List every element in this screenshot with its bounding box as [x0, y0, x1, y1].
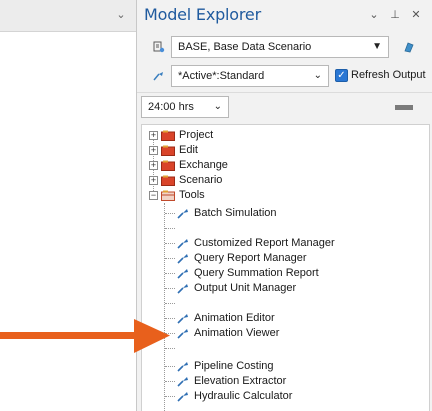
caret-down-icon[interactable]: ▼ [372, 41, 382, 52]
tree-branch-line [165, 288, 175, 289]
tree-folder-project[interactable]: + Project [149, 128, 289, 143]
time-value: 24:00 hrs [148, 101, 194, 113]
folder-open-icon [161, 190, 175, 201]
folder-icon [161, 175, 175, 186]
annotation-arrow-icon [0, 319, 170, 353]
tree-branch-line [165, 366, 175, 367]
document-tab-strip: ⌄ [0, 0, 136, 32]
tree-item-label: Elevation Extractor [194, 375, 287, 387]
time-row: 24:00 hrs ⌄ [137, 92, 432, 120]
folder-icon [161, 130, 175, 141]
time-slider-thumb[interactable] [395, 105, 413, 110]
tree-folder-edit[interactable]: + Edit [149, 143, 289, 158]
tree-folder-tools[interactable]: − Tools [149, 188, 289, 203]
scenario-select[interactable]: BASE, Base Data Scenario ▼ [171, 36, 389, 58]
model-explorer-panel: Model Explorer ⌄ ⊥ ✕ BASE, Base Data Sce… [137, 0, 432, 411]
expand-icon[interactable]: + [149, 161, 158, 170]
tree-item-label: Output Unit Manager [194, 282, 297, 294]
close-icon[interactable]: ✕ [410, 8, 422, 22]
collapse-icon[interactable]: − [149, 191, 158, 200]
tree-folder-label: Exchange [179, 159, 228, 171]
tree-item-query-summation-report[interactable]: Query Summation Report [176, 266, 416, 281]
expand-icon[interactable]: + [149, 176, 158, 185]
panel-title-buttons: ⌄ ⊥ ✕ [368, 8, 422, 22]
tree-item-label: Hydraulic Calculator [194, 390, 293, 402]
tree-folder-label: Scenario [179, 174, 223, 186]
tree-branch-line [165, 303, 175, 304]
tree-item-query-report-manager[interactable]: Query Report Manager [176, 251, 416, 266]
chevron-down-icon[interactable]: ⌄ [314, 70, 322, 81]
folder-icon [161, 145, 175, 156]
tree-item-label: Query Report Manager [194, 252, 307, 264]
tree-item-animation-editor[interactable]: Animation Editor [176, 311, 416, 326]
expand-icon[interactable]: + [149, 131, 158, 140]
tool-icon [177, 392, 188, 402]
tool-icon [177, 362, 188, 372]
tree-item-label: Animation Editor [194, 312, 275, 324]
tree-item-label: Animation Viewer [194, 327, 280, 339]
tree-branch-line [165, 243, 175, 244]
tree-branch-line [165, 213, 175, 214]
refresh-output-checkbox[interactable]: ✓ [335, 69, 348, 82]
tree-item-label: Query Summation Report [194, 267, 319, 279]
tree-branch-line [165, 381, 175, 382]
tool-icon [177, 377, 188, 387]
folder-icon [161, 160, 175, 171]
tool-icon [177, 284, 188, 294]
scenario-value: BASE, Base Data Scenario [178, 41, 312, 53]
pin-icon[interactable]: ⊥ [389, 8, 401, 22]
profile-row: *Active*:Standard ⌄ ✓ Refresh Output [137, 63, 432, 89]
refresh-output-label: Refresh Output [351, 69, 426, 81]
profile-select[interactable]: *Active*:Standard ⌄ [171, 65, 329, 87]
tree-item-batch-simulation[interactable]: Batch Simulation [176, 206, 376, 221]
tree-folder-label: Tools [179, 189, 205, 201]
tree-branch-line [165, 273, 175, 274]
chevron-down-icon[interactable]: ⌄ [114, 8, 128, 22]
tool-icon [177, 254, 188, 264]
expand-icon[interactable]: + [149, 146, 158, 155]
tool-icon [177, 209, 188, 219]
tool-icon [177, 314, 188, 324]
tree-folder-scenario[interactable]: + Scenario [149, 173, 289, 188]
profile-value: *Active*:Standard [178, 70, 265, 82]
tree-branch-line [165, 396, 175, 397]
tree-item-label: Pipeline Costing [194, 360, 274, 372]
dropdown-menu-icon[interactable]: ⌄ [368, 8, 380, 22]
tree-item-hydraulic-calculator[interactable]: Hydraulic Calculator [176, 389, 416, 404]
scenario-compute-icon[interactable] [402, 40, 416, 54]
tree-folder-label: Edit [179, 144, 198, 156]
tree-folder-label: Project [179, 129, 214, 141]
tree-item-label: Batch Simulation [194, 207, 277, 219]
tree-item-animation-viewer[interactable]: Animation Viewer [176, 326, 416, 341]
tree-branch-line [165, 228, 175, 229]
tree-branch-line [165, 258, 175, 259]
model-tree: + Project + Edit + Exchange + Scenario −… [141, 124, 430, 411]
tool-icon [177, 269, 188, 279]
tree-item-pipeline-costing[interactable]: Pipeline Costing [176, 359, 416, 374]
tree-item-label: Customized Report Manager [194, 237, 335, 249]
tree-item-customized-report-manager[interactable]: Customized Report Manager [176, 236, 416, 251]
profile-icon [153, 72, 163, 81]
scenario-icon [153, 41, 165, 53]
tree-guide-line [164, 203, 165, 411]
tree-folder-exchange[interactable]: + Exchange [149, 158, 289, 173]
tree-item-output-unit-manager[interactable]: Output Unit Manager [176, 281, 416, 296]
panel-title: Model Explorer [144, 5, 261, 24]
tool-icon [177, 329, 188, 339]
scenario-row: BASE, Base Data Scenario ▼ [137, 34, 432, 60]
tool-icon [177, 239, 188, 249]
time-select[interactable]: 24:00 hrs ⌄ [141, 96, 229, 118]
tree-item-elevation-extractor[interactable]: Elevation Extractor [176, 374, 416, 389]
chevron-down-icon[interactable]: ⌄ [214, 101, 222, 112]
